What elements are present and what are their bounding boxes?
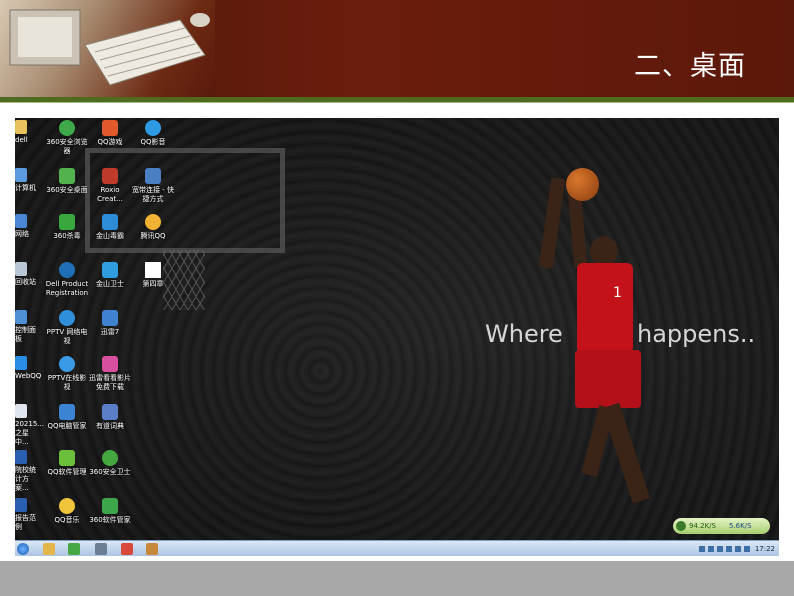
- desktop-icon-youdao[interactable]: 有道词典: [88, 404, 132, 431]
- jersey-number: 1: [613, 285, 622, 301]
- qq-manager-icon: [59, 404, 75, 420]
- desktop-icon-360-browser[interactable]: 360安全浏览器: [45, 120, 89, 156]
- qq-taskbar-icon[interactable]: [121, 543, 133, 555]
- desktop-icon-broadband[interactable]: 宽带连接 - 快捷方式: [131, 168, 175, 204]
- desktop-icon-dell[interactable]: dell: [15, 120, 39, 145]
- blank-document-icon: [145, 262, 161, 278]
- keyboard-illustration: [9, 9, 210, 86]
- 360-software-icon: [102, 498, 118, 514]
- desktop-icon-roxio[interactable]: Roxio Creat...: [88, 168, 132, 204]
- desktop-icon: [59, 168, 75, 184]
- document-icon: [15, 404, 27, 418]
- desktop-icon-qq-manager[interactable]: QQ电脑管家: [45, 404, 89, 431]
- qq-software-icon: [59, 450, 75, 466]
- control-panel-icon: [15, 310, 27, 324]
- desktop-icon-qq-game[interactable]: QQ游戏: [88, 120, 132, 147]
- explorer-taskbar-icon[interactable]: [43, 543, 55, 555]
- qq-game-icon: [102, 120, 118, 136]
- desktop-icon-kingsoft-antivirus[interactable]: 金山毒霸: [88, 214, 132, 241]
- desktop-icon-qq[interactable]: 腾讯QQ: [131, 214, 175, 241]
- tray-icon[interactable]: [725, 546, 732, 552]
- dell-icon: [59, 262, 75, 278]
- desktop-icon-chapter-four[interactable]: 第四章: [131, 262, 175, 289]
- folder-icon: [15, 120, 27, 134]
- system-tray[interactable]: 17:22: [698, 543, 775, 555]
- browser-icon: [59, 120, 75, 136]
- slide-footer-band: [0, 561, 794, 596]
- antivirus-icon: [59, 214, 75, 230]
- player-jersey: [577, 263, 633, 353]
- upload-speed: 5.6K/S: [729, 522, 752, 530]
- tray-icon[interactable]: [716, 546, 723, 552]
- desktop-icon-360-desktop[interactable]: 360安全桌面: [45, 168, 89, 195]
- desktop-icon-qq-music[interactable]: QQ音乐: [45, 498, 89, 525]
- header-divider-light: [0, 102, 794, 103]
- slide-title: 二、桌面: [634, 51, 746, 82]
- tray-icon[interactable]: [743, 546, 750, 552]
- computer-icon: [15, 168, 27, 182]
- desktop-icon-qq-player[interactable]: QQ影音: [131, 120, 175, 147]
- kingsoft-guard-icon: [102, 262, 118, 278]
- roxio-icon: [102, 168, 118, 184]
- qq-music-icon: [59, 498, 75, 514]
- player-shorts: [575, 350, 641, 408]
- qq-player-icon: [145, 120, 161, 136]
- player-head: [590, 236, 618, 266]
- desktop-icon-360-antivirus[interactable]: 360杀毒: [45, 214, 89, 241]
- recycle-bin-icon: [15, 262, 27, 276]
- keyboard-photo: [0, 0, 215, 97]
- taskbar-clock[interactable]: 17:22: [755, 545, 775, 553]
- desktop-screenshot: 1 Where happens.. dell 计算机 网络 回收站 控制面板 W…: [15, 118, 779, 556]
- desktop-icon-360-software[interactable]: 360软件管家: [88, 498, 132, 525]
- word-doc-icon: [15, 450, 27, 464]
- taskbar: 17:22: [15, 540, 779, 556]
- desktop-icon-kingsoft-guard[interactable]: 金山卫士: [88, 262, 132, 289]
- slide-header: 二、桌面: [0, 0, 794, 97]
- pptv-icon: [59, 310, 75, 326]
- browser-taskbar-icon[interactable]: [68, 543, 80, 555]
- broadband-icon: [145, 168, 161, 184]
- desktop-icon-word-doc[interactable]: 院校统计方案...: [15, 450, 39, 493]
- desktop-icon-pptv-online[interactable]: PPTV在线影视: [45, 356, 89, 392]
- desktop-icon-pptv[interactable]: PPTV 网络电视: [45, 310, 89, 346]
- app-taskbar-icon-2[interactable]: [146, 543, 158, 555]
- wallpaper-text-happens: happens..: [637, 320, 756, 348]
- thunder-icon: [102, 310, 118, 326]
- word-doc-icon: [15, 498, 27, 512]
- desktop-icon-360-guard[interactable]: 360安全卫士: [88, 450, 132, 477]
- network-speed-gadget[interactable]: 94.2K/S 5.6K/S: [673, 518, 770, 534]
- desktop-icon-dell-registration[interactable]: Dell Product Registration: [45, 262, 89, 298]
- tray-icon[interactable]: [698, 546, 705, 552]
- desktop-icon-thunder[interactable]: 迅雷7: [88, 310, 132, 337]
- webqq-icon: [15, 356, 27, 370]
- desktop-icon-document[interactable]: 20215... 之星中...: [15, 404, 44, 447]
- 360-guard-icon: [102, 450, 118, 466]
- youdao-icon: [102, 404, 118, 420]
- app-taskbar-icon[interactable]: [95, 543, 107, 555]
- tray-icon[interactable]: [734, 546, 741, 552]
- gadget-icon: [676, 521, 686, 531]
- wallpaper-text-where: Where: [485, 320, 563, 348]
- basketball-icon: [566, 168, 599, 201]
- start-button-icon[interactable]: [17, 543, 29, 555]
- qq-icon: [145, 214, 161, 230]
- network-icon: [15, 214, 27, 228]
- desktop-icon-qq-software[interactable]: QQ软件管理: [45, 450, 89, 477]
- desktop-icon-webqq[interactable]: WebQQ: [15, 356, 41, 381]
- desktop-icon-word-doc[interactable]: 报告范例: [15, 498, 39, 532]
- desktop-icon-computer[interactable]: 计算机: [15, 168, 39, 193]
- desktop-icon-recycle-bin[interactable]: 回收站: [15, 262, 39, 287]
- pptv-ie-icon: [59, 356, 75, 372]
- xunlei-kankan-icon: [102, 356, 118, 372]
- download-speed: 94.2K/S: [689, 522, 716, 530]
- desktop-icon-control-panel[interactable]: 控制面板: [15, 310, 39, 344]
- tray-icon[interactable]: [707, 546, 714, 552]
- desktop-icon-xunlei-kankan[interactable]: 迅雷看看影片免费下载: [88, 356, 132, 392]
- desktop-icon-network[interactable]: 网络: [15, 214, 39, 239]
- kingsoft-antivirus-icon: [102, 214, 118, 230]
